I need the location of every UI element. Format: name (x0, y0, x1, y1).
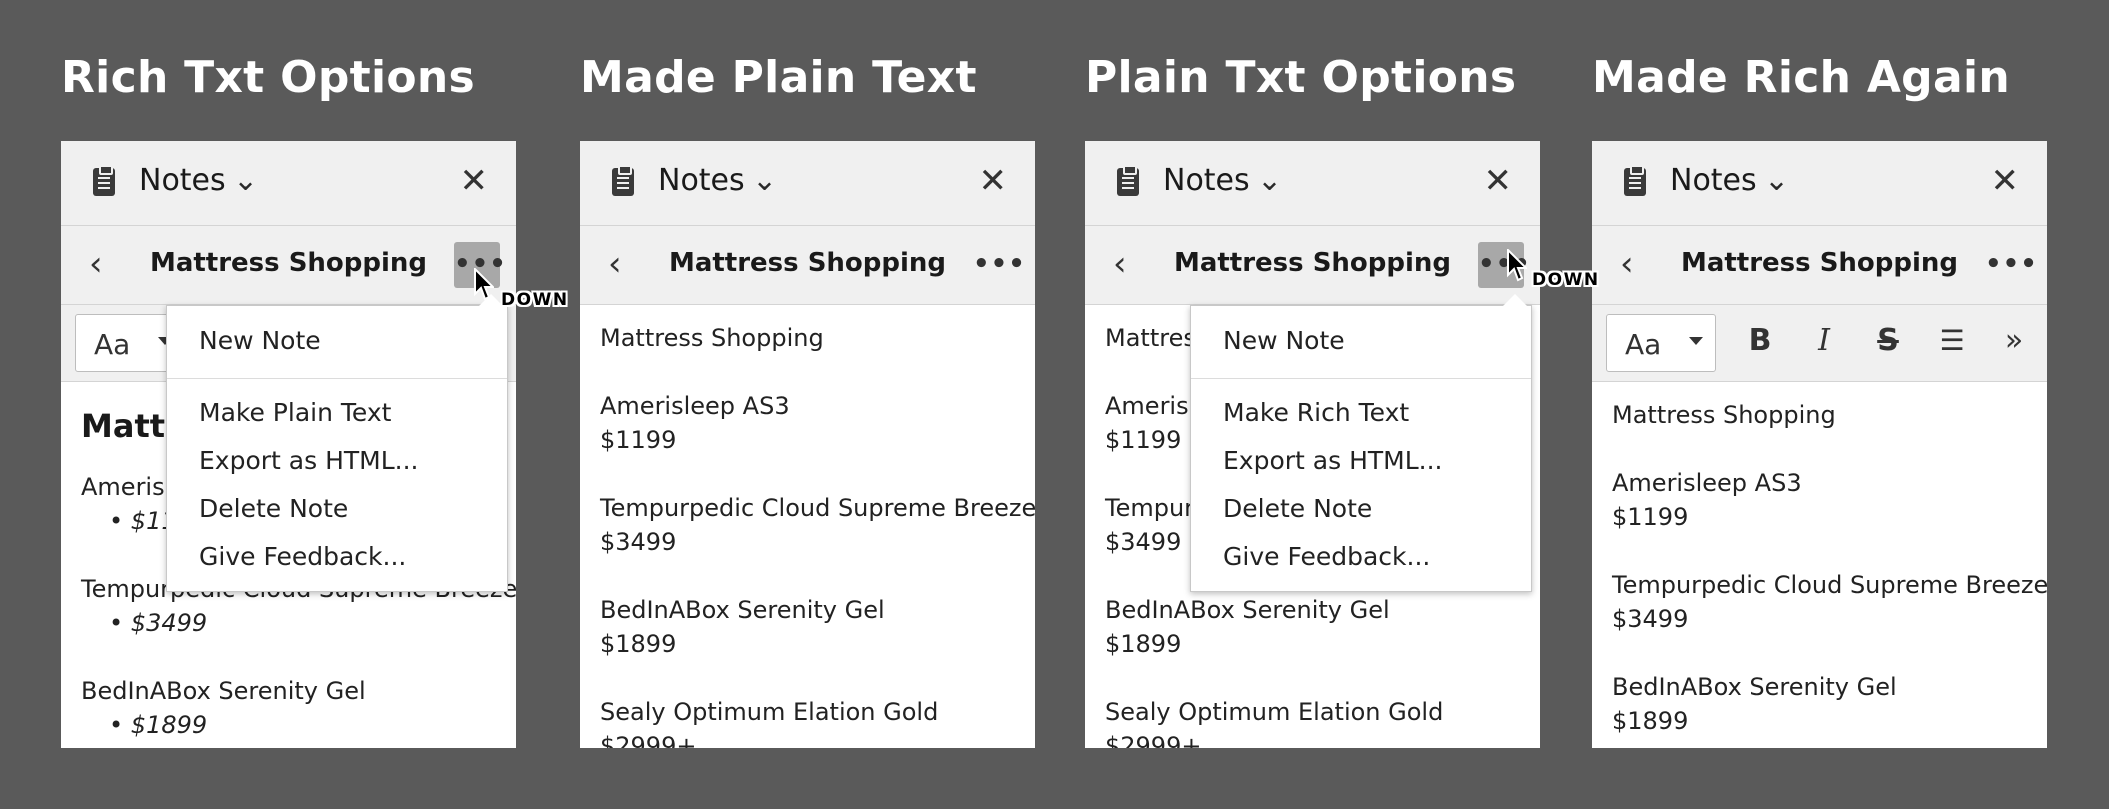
notes-icon (93, 165, 115, 196)
list-item: BedInABox Serenity Gel (81, 677, 366, 705)
bold-icon[interactable]: B (1738, 319, 1782, 363)
menu-item-export-html[interactable]: Export as HTML... (167, 437, 507, 485)
panel-made-plain: Notes ⌄ ✕ ‹ Mattress Shopping ••• Mattre… (580, 141, 1035, 748)
app-title[interactable]: Notes (1670, 163, 1757, 198)
more-options-button[interactable]: ••• (973, 242, 1025, 288)
close-icon[interactable]: ✕ (979, 161, 1008, 201)
chevron-down-icon[interactable]: ⌄ (1764, 163, 1789, 198)
list-item: BedInABox Serenity Gel (1105, 596, 1390, 624)
menu-item-give-feedback[interactable]: Give Feedback... (167, 533, 507, 581)
menu-item-make-plain-text[interactable]: Make Plain Text (167, 389, 507, 437)
sidebar-header: Notes ⌄ ✕ (1592, 141, 2047, 226)
list-item-price: $1899 (600, 630, 677, 658)
list-item-price: $1199 (600, 426, 677, 454)
menu-item-delete-note[interactable]: Delete Note (167, 485, 507, 533)
italic-icon[interactable]: I (1802, 319, 1846, 363)
list-item-price: $3499 (600, 528, 677, 556)
list-item: Mattress Shopping (600, 324, 824, 352)
list-item-price: $3499 (1612, 605, 1689, 633)
list-item: Mattress Shopping (1612, 401, 1836, 429)
note-content[interactable]: Mattress Shopping Amerisleep AS3 $1199 T… (580, 305, 1035, 748)
list-item: Sealy Optimum Elation Gold (1105, 698, 1444, 726)
menu-item-new-note[interactable]: New Note (167, 306, 507, 379)
notes-icon (1624, 165, 1646, 196)
menu-item-make-rich-text[interactable]: Make Rich Text (1191, 389, 1531, 437)
app-title[interactable]: Notes (139, 163, 226, 198)
caret-down-icon (1689, 337, 1703, 345)
list-item: Amerisleep AS3 (1612, 469, 1802, 497)
list-item: Tempurpedic Cloud Supreme Breeze (600, 494, 1035, 522)
app-title[interactable]: Notes (658, 163, 745, 198)
options-menu: New Note Make Plain Text Export as HTML.… (166, 294, 508, 592)
close-icon[interactable]: ✕ (1991, 161, 2020, 201)
note-header: ‹ Mattress Shopping ••• (1592, 226, 2047, 305)
panel-made-rich: Notes ⌄ ✕ ‹ Mattress Shopping ••• Aa B I… (1592, 141, 2047, 748)
menu-item-delete-note[interactable]: Delete Note (1191, 485, 1531, 533)
sidebar-header: Notes ⌄ ✕ (580, 141, 1035, 226)
format-toolbar: Aa B I S ☰ » (1592, 305, 2047, 382)
cursor-down-label: DOWN (501, 290, 569, 310)
list-item: Amerisleep AS3 (600, 392, 790, 420)
note-header: ‹ Mattress Shopping ••• (1085, 226, 1540, 305)
list-item: BedInABox Serenity Gel (1612, 673, 1897, 701)
list-item-price: $2999+ (1105, 732, 1202, 748)
caption-made-rich: Made Rich Again (1592, 52, 2010, 103)
bulleted-list-icon[interactable]: ☰ (1930, 319, 1974, 363)
sidebar-header: Notes ⌄ ✕ (1085, 141, 1540, 226)
note-header: ‹ Mattress Shopping ••• (580, 226, 1035, 305)
strikethrough-icon[interactable]: S (1866, 319, 1910, 363)
menu-item-export-html[interactable]: Export as HTML... (1191, 437, 1531, 485)
caption-made-plain: Made Plain Text (580, 52, 977, 103)
caption-rich-options: Rich Txt Options (61, 52, 475, 103)
font-select-label: Aa (1625, 328, 1662, 361)
options-menu: New Note Make Rich Text Export as HTML..… (1190, 294, 1532, 592)
caption-plain-options: Plain Txt Options (1085, 52, 1517, 103)
menu-arrow (1503, 294, 1527, 306)
list-item-price: • $3499 (109, 609, 208, 637)
note-content[interactable]: Mattress Shopping Amerisleep AS3 $1199 T… (1592, 382, 2047, 738)
note-header: ‹ Mattress Shopping ••• (61, 226, 516, 305)
note-title: Mattress Shopping (668, 248, 947, 278)
list-item-price: $1199 (1612, 503, 1689, 531)
list-item: Tempurpedic Cloud Supreme Breeze (1612, 571, 2047, 599)
list-item-price: $2999+ (600, 732, 697, 748)
notes-icon (612, 165, 634, 196)
note-title: Mattress Shopping (1680, 248, 1959, 278)
chevron-down-icon[interactable]: ⌄ (752, 163, 777, 198)
list-item: BedInABox Serenity Gel (600, 596, 885, 624)
overflow-chevrons-icon[interactable]: » (1992, 319, 2036, 363)
mouse-cursor-icon (474, 268, 494, 301)
menu-item-give-feedback[interactable]: Give Feedback... (1191, 533, 1531, 581)
close-icon[interactable]: ✕ (1484, 161, 1513, 201)
menu-item-new-note[interactable]: New Note (1191, 306, 1531, 379)
cursor-down-label: DOWN (1532, 270, 1600, 290)
mouse-cursor-icon (1507, 249, 1527, 282)
note-title: Mattress Shopping (1173, 248, 1452, 278)
font-select[interactable]: Aa (1606, 314, 1716, 372)
list-item-price: $1899 (1612, 707, 1689, 735)
chevron-down-icon[interactable]: ⌄ (1257, 163, 1282, 198)
close-icon[interactable]: ✕ (460, 161, 489, 201)
list-item: Sealy Optimum Elation Gold (600, 698, 939, 726)
more-options-button[interactable]: ••• (1985, 242, 2037, 288)
chevron-down-icon[interactable]: ⌄ (233, 163, 258, 198)
sidebar-header: Notes ⌄ ✕ (61, 141, 516, 226)
font-select-label: Aa (94, 328, 131, 361)
app-title[interactable]: Notes (1163, 163, 1250, 198)
note-title: Mattress Shopping (149, 248, 428, 278)
list-item-price: $1899 (1105, 630, 1182, 658)
notes-icon (1117, 165, 1139, 196)
list-item-price: • $1899 (109, 711, 208, 739)
